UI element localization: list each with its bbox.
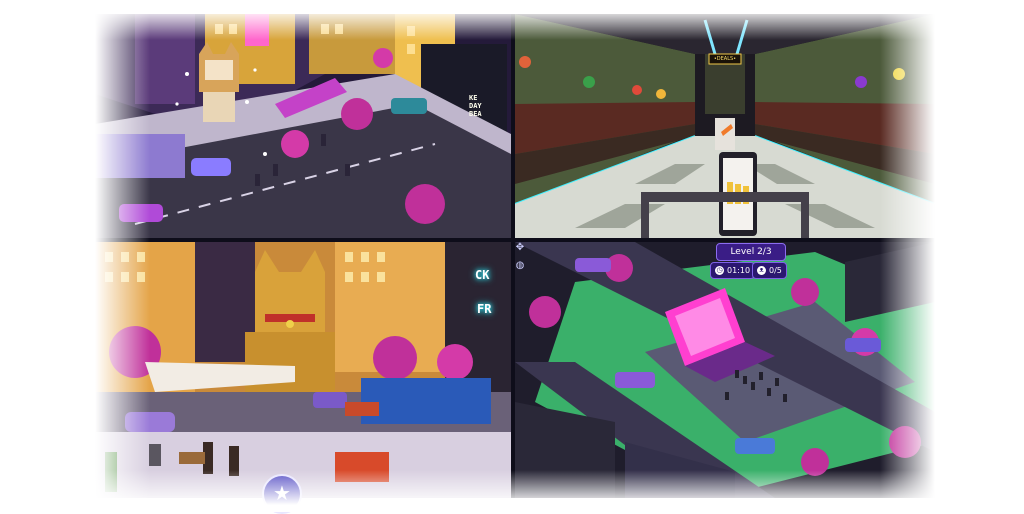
timer-value: 01:10 (727, 266, 751, 275)
stage-scene-panel (515, 242, 935, 498)
car (575, 258, 611, 272)
city-night-panel: KE DAY BEA (95, 14, 511, 238)
street-scene-panel: CK FR (95, 242, 511, 498)
truck (95, 134, 185, 178)
globe-icon[interactable]: ◍ (514, 260, 526, 272)
vertical-store-sign: KE DAY BEA (469, 94, 482, 118)
car (119, 204, 163, 222)
star-icon: ★ (273, 481, 291, 505)
car (391, 98, 427, 114)
car (615, 372, 655, 388)
side-toolbar: ✥ ◍ (514, 242, 528, 278)
neon-sign-2: FR (477, 302, 492, 316)
deals-sign: •DEALS• (713, 56, 737, 62)
level-label: Level (730, 247, 755, 257)
cat-icon: ᴥ (757, 266, 766, 275)
market-aisle-panel: •DEALS• (515, 14, 935, 238)
car (125, 412, 175, 432)
car (313, 392, 347, 408)
truck (361, 378, 491, 424)
level-indicator: Level 2/3 (716, 243, 786, 261)
car (845, 338, 881, 352)
timer-chip: ◷ 01:10 (710, 262, 756, 279)
move-icon[interactable]: ✥ (514, 242, 526, 254)
cat-mascot (199, 42, 239, 122)
star-action-button[interactable]: ★ (262, 474, 302, 514)
counter-value: 0/5 (769, 266, 782, 275)
counter-chip: ᴥ 0/5 (752, 262, 787, 279)
level-value: 2/3 (757, 247, 772, 257)
neon-sign-1: CK (475, 268, 490, 282)
neon-billboard (245, 14, 269, 46)
clock-icon: ◷ (715, 266, 724, 275)
car (191, 158, 231, 176)
car (735, 438, 775, 454)
